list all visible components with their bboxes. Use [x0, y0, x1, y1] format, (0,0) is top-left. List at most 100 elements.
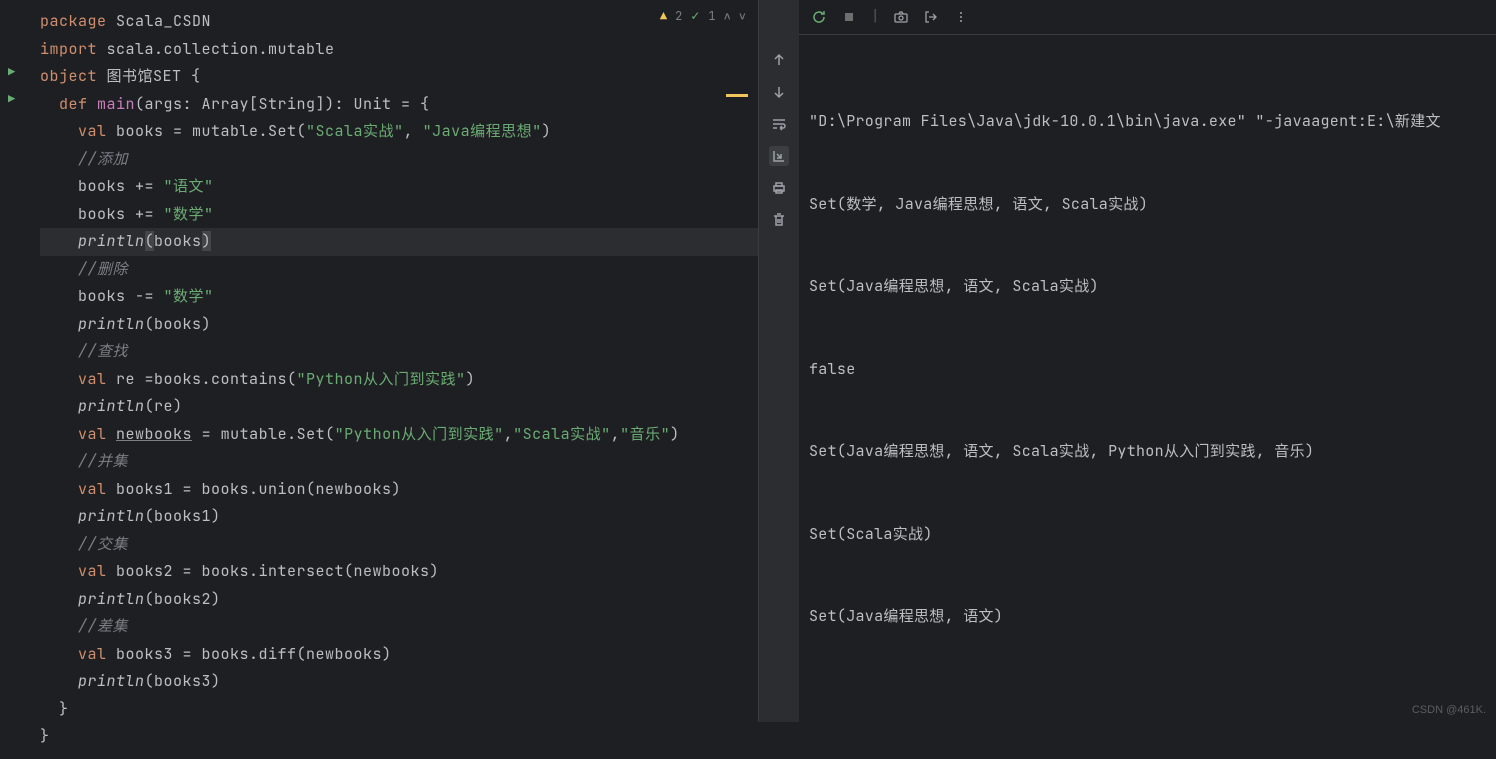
code-text: , — [504, 424, 514, 444]
comment: //并集 — [78, 451, 128, 471]
keyword: val — [78, 479, 107, 499]
string: "Java编程思想" — [423, 121, 542, 141]
function-call: println — [78, 506, 145, 526]
string: "Scala实战" — [513, 424, 611, 444]
code-text: ) — [542, 121, 552, 141]
paren: ( — [145, 231, 155, 251]
code-text: ) — [670, 424, 680, 444]
function-name: main — [97, 94, 135, 114]
code-text: books — [154, 231, 202, 251]
pad — [40, 176, 78, 196]
keyword: val — [78, 369, 107, 389]
more-icon[interactable] — [953, 9, 969, 25]
output-line: Set(Scala实战) — [809, 521, 1486, 549]
code-text: re =books.contains( — [107, 369, 297, 389]
string: "Python从入门到实践" — [335, 424, 504, 444]
code-text: books = mutable.Set( — [107, 121, 307, 141]
pad — [40, 616, 78, 636]
string: "数学" — [164, 286, 214, 306]
keyword: val — [78, 644, 107, 664]
identifier: 图书馆SET { — [97, 66, 201, 86]
code-text: = mutable.Set( — [192, 424, 335, 444]
string: "音乐" — [620, 424, 670, 444]
code-text: (books2) — [145, 589, 221, 609]
string: "数学" — [164, 204, 214, 224]
function-call: println — [78, 396, 145, 416]
pad — [40, 369, 78, 389]
paren: ) — [202, 231, 212, 251]
code-text: books2 = books.intersect(newbooks) — [107, 561, 440, 581]
code-text: , — [404, 121, 423, 141]
exit-icon[interactable] — [923, 9, 939, 25]
output-line: Set(数学, Java编程思想, 语文, Scala实战) — [809, 191, 1486, 219]
up-arrow-icon[interactable] — [769, 50, 789, 70]
watermark: CSDN @461K. — [1412, 704, 1486, 716]
console-panel: | "D:\Program Files\Java\jdk-10.0.1\bin\… — [759, 0, 1496, 722]
code-text — [107, 424, 117, 444]
string: "Scala实战" — [306, 121, 404, 141]
pad — [40, 149, 78, 169]
soft-wrap-icon[interactable] — [769, 114, 789, 134]
code-text: books += — [78, 204, 164, 224]
ok-count: 1 — [708, 8, 715, 24]
pad — [40, 204, 78, 224]
identifier: scala.collection.mutable — [97, 39, 335, 59]
pad — [40, 534, 78, 554]
console-header: | — [799, 0, 1496, 35]
code-text: books -= — [78, 286, 164, 306]
code-text: books3 = books.diff(newbooks) — [107, 644, 392, 664]
console-toolbar — [759, 0, 799, 722]
print-icon[interactable] — [769, 178, 789, 198]
keyword: def — [59, 94, 97, 114]
nav-down-icon[interactable]: ∨ — [739, 8, 746, 24]
pad — [40, 479, 78, 499]
console-output[interactable]: "D:\Program Files\Java\jdk-10.0.1\bin\ja… — [799, 35, 1496, 722]
code-text: books += — [78, 176, 164, 196]
console-right: | "D:\Program Files\Java\jdk-10.0.1\bin\… — [799, 0, 1496, 722]
output-line: false — [809, 356, 1486, 384]
run-gutter-icon[interactable]: ▶ — [8, 64, 15, 80]
screenshot-icon[interactable] — [893, 9, 909, 25]
comment: //查找 — [78, 341, 128, 361]
warning-icon[interactable]: ▲ — [660, 8, 667, 24]
output-line: "D:\Program Files\Java\jdk-10.0.1\bin\ja… — [809, 108, 1486, 136]
down-arrow-icon[interactable] — [769, 82, 789, 102]
output-line: Set(Java编程思想, 语文, Scala实战) — [809, 273, 1486, 301]
function-call: println — [78, 314, 145, 334]
code-text: } — [40, 699, 69, 719]
editor-panel: ▲ 2 ✓ 1 ∧ ∨ ▶ ▶ package Scala_CSDN impor… — [0, 0, 758, 722]
pad — [40, 121, 78, 141]
keyword: package — [40, 11, 107, 31]
warning-count: 2 — [675, 8, 682, 24]
comment: //交集 — [78, 534, 128, 554]
keyword: object — [40, 66, 97, 86]
check-icon[interactable]: ✓ — [690, 8, 700, 24]
keyword: val — [78, 121, 107, 141]
pad — [40, 94, 59, 114]
trash-icon[interactable] — [769, 210, 789, 230]
function-call: println — [78, 671, 145, 691]
pad — [40, 589, 78, 609]
run-gutter-icon[interactable]: ▶ — [8, 91, 15, 107]
code-text: } — [40, 726, 50, 746]
code-editor[interactable]: package Scala_CSDN import scala.collecti… — [0, 0, 758, 759]
code-text: (books3) — [145, 671, 221, 691]
string: "语文" — [164, 176, 214, 196]
pad — [40, 561, 78, 581]
keyword: val — [78, 561, 107, 581]
pad — [40, 314, 78, 334]
code-text: (books) — [145, 314, 212, 334]
code-text: , — [611, 424, 621, 444]
current-line: println(books) — [40, 228, 758, 256]
comment: //添加 — [78, 149, 128, 169]
rerun-icon[interactable] — [811, 9, 827, 25]
comment: //差集 — [78, 616, 128, 636]
identifier: newbooks — [116, 424, 192, 444]
stop-icon[interactable] — [841, 9, 857, 25]
pad — [40, 506, 78, 526]
string: "Python从入门到实践" — [297, 369, 466, 389]
nav-up-icon[interactable]: ∧ — [724, 8, 731, 24]
pad — [40, 424, 78, 444]
scroll-to-end-icon[interactable] — [769, 146, 789, 166]
code-text: books1 = books.union(newbooks) — [107, 479, 402, 499]
